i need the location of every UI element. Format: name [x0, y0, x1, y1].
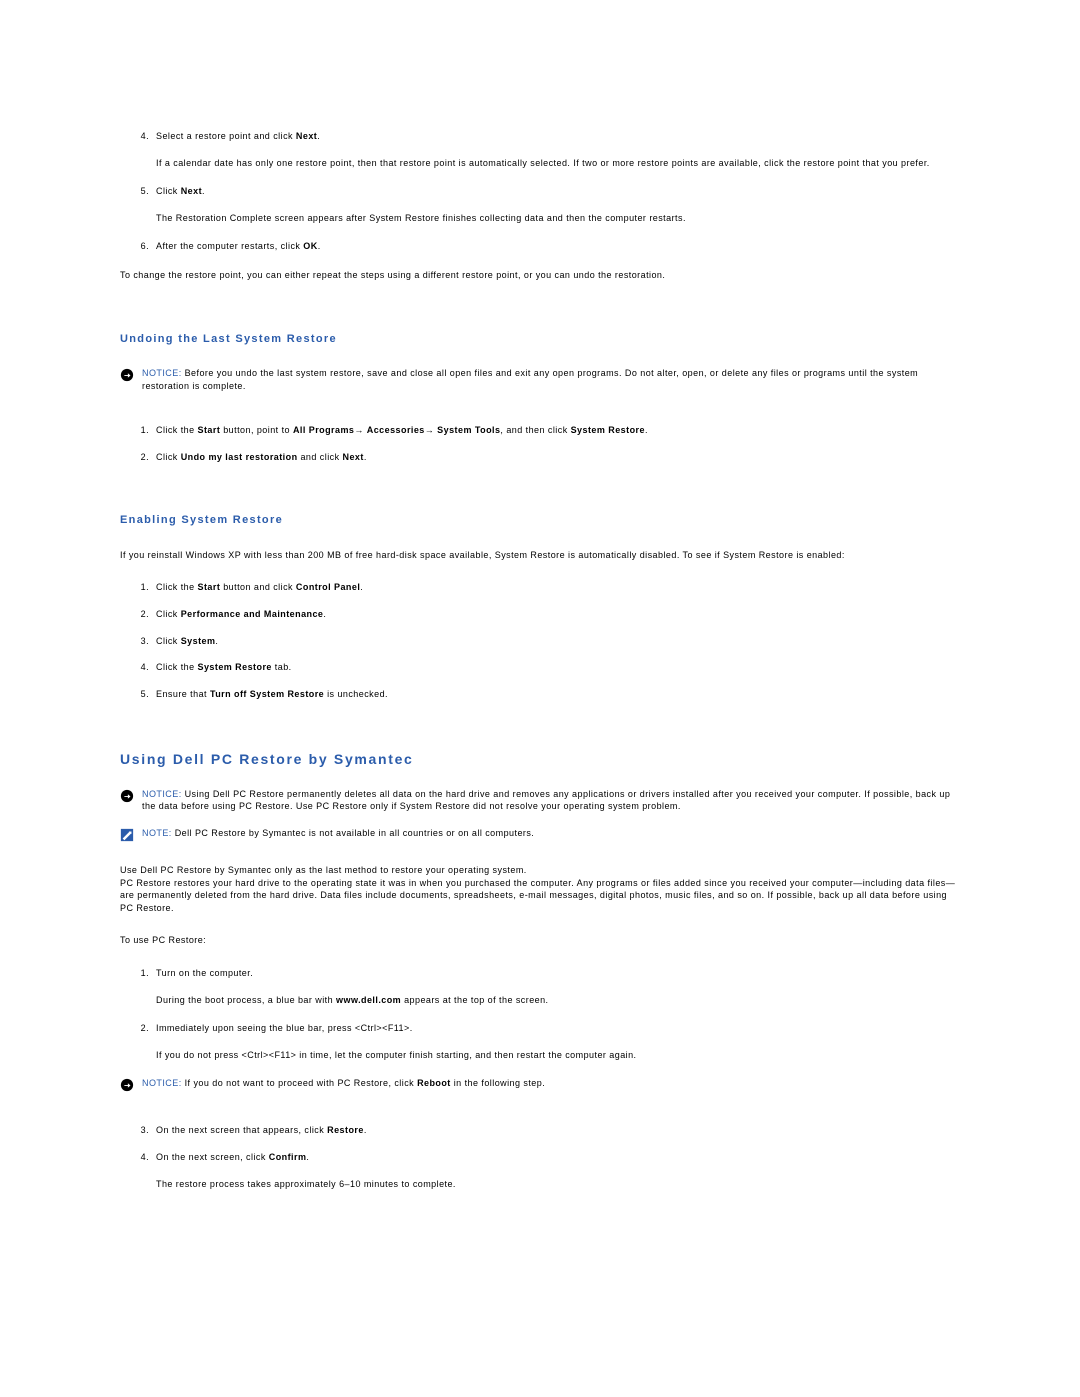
- subhead-undo: Undoing the Last System Restore: [120, 332, 960, 347]
- step-5-sub: The Restoration Complete screen appears …: [156, 212, 960, 225]
- notice-undo: NOTICE: Before you undo the last system …: [120, 367, 960, 392]
- para-dell-3: To use PC Restore:: [120, 934, 960, 947]
- dell-step-2: Immediately upon seeing the blue bar, pr…: [152, 1022, 960, 1061]
- enable-step-1: Click the Start button and click Control…: [152, 581, 960, 594]
- enable-steps: Click the Start button and click Control…: [120, 581, 960, 700]
- note-dell: NOTE: Dell PC Restore by Symantec is not…: [120, 827, 960, 842]
- dell-step-4-sub: The restore process takes approximately …: [156, 1178, 960, 1191]
- undo-step-1: Click the Start button, point to All Pro…: [152, 424, 960, 437]
- notice-undo-text: Before you undo the last system restore,…: [142, 368, 918, 391]
- dell-step-2-sub: If you do not press <Ctrl><F11> in time,…: [156, 1049, 960, 1062]
- notice-dell-label: NOTICE:: [142, 789, 185, 799]
- document-page: Select a restore point and click Next. I…: [0, 0, 1080, 1397]
- para-dell-1: Use Dell PC Restore by Symantec only as …: [120, 864, 960, 877]
- notice-dell: NOTICE: Using Dell PC Restore permanentl…: [120, 788, 960, 813]
- notice-icon: [120, 1078, 134, 1092]
- undo-steps: Click the Start button, point to All Pro…: [120, 424, 960, 463]
- enable-step-4: Click the System Restore tab.: [152, 661, 960, 674]
- dell-step-1: Turn on the computer. During the boot pr…: [152, 967, 960, 1006]
- step-4: Select a restore point and click Next. I…: [152, 130, 960, 169]
- para-dell-2: PC Restore restores your hard drive to t…: [120, 877, 960, 915]
- enable-step-5: Ensure that Turn off System Restore is u…: [152, 688, 960, 701]
- note-icon: [120, 828, 134, 842]
- enable-step-3: Click System.: [152, 635, 960, 648]
- dell-steps-b: On the next screen that appears, click R…: [120, 1124, 960, 1190]
- note-dell-text: Dell PC Restore by Symantec is not avail…: [175, 828, 535, 838]
- notice-icon: [120, 789, 134, 803]
- restore-steps-continued: Select a restore point and click Next. I…: [120, 130, 960, 253]
- notice-undo-label: NOTICE:: [142, 368, 185, 378]
- dell-step-1-sub: During the boot process, a blue bar with…: [156, 994, 960, 1007]
- para-change-restore-point: To change the restore point, you can eit…: [120, 269, 960, 282]
- step-5: Click Next. The Restoration Complete scr…: [152, 185, 960, 224]
- notice-reboot-label: NOTICE:: [142, 1078, 185, 1088]
- notice-dell-text: Using Dell PC Restore permanently delete…: [142, 789, 950, 812]
- dell-step-4: On the next screen, click Confirm. The r…: [152, 1151, 960, 1190]
- dell-step-3: On the next screen that appears, click R…: [152, 1124, 960, 1137]
- step-4-bold: Next: [296, 131, 317, 141]
- para-enable: If you reinstall Windows XP with less th…: [120, 549, 960, 562]
- notice-icon: [120, 368, 134, 382]
- subhead-enable: Enabling System Restore: [120, 513, 960, 528]
- note-dell-label: NOTE:: [142, 828, 175, 838]
- notice-reboot: NOTICE: If you do not want to proceed wi…: [120, 1077, 960, 1092]
- step-6: After the computer restarts, click OK.: [152, 240, 960, 253]
- heading-dell-pc-restore: Using Dell PC Restore by Symantec: [120, 750, 960, 770]
- step-4-sub: If a calendar date has only one restore …: [156, 157, 960, 170]
- undo-step-2: Click Undo my last restoration and click…: [152, 451, 960, 464]
- dell-steps-a: Turn on the computer. During the boot pr…: [120, 967, 960, 1061]
- enable-step-2: Click Performance and Maintenance.: [152, 608, 960, 621]
- step-4-text: Select a restore point and click: [156, 131, 296, 141]
